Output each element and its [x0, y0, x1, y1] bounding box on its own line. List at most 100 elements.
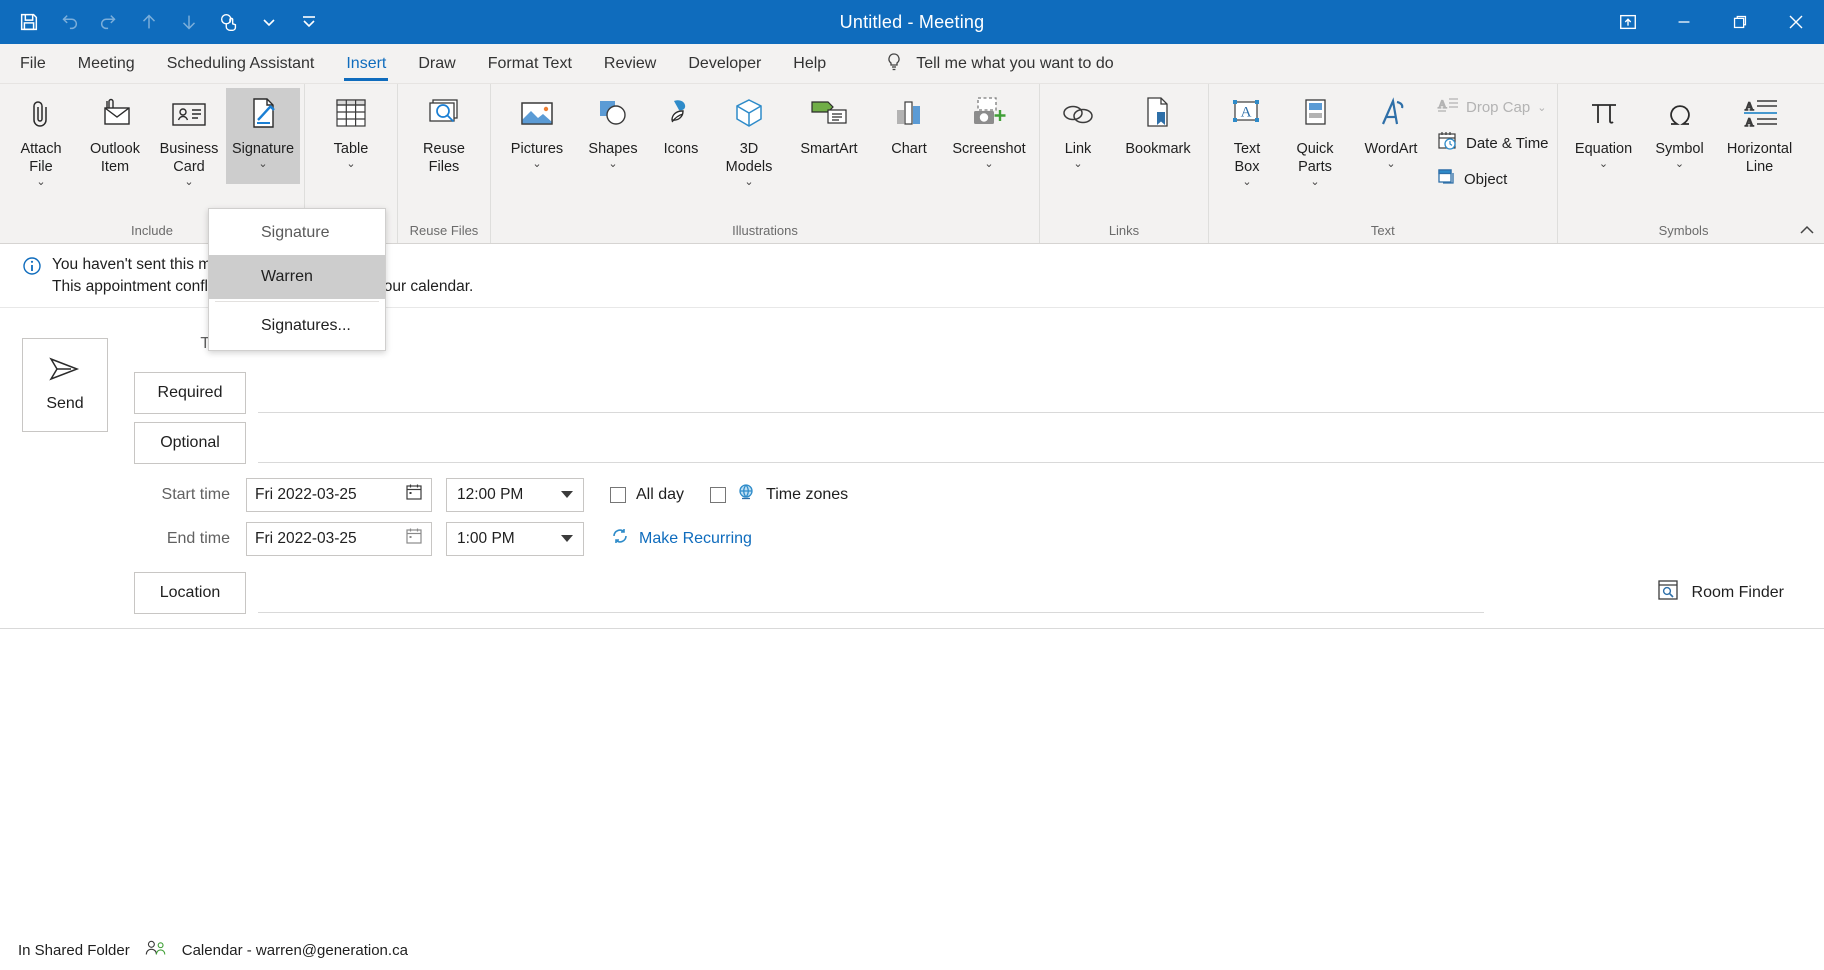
start-time-row: Start time Fri 2022-03-25 12:00 PM All d…: [134, 477, 1824, 512]
tab-meeting[interactable]: Meeting: [62, 45, 151, 83]
restore-button[interactable]: [1712, 0, 1768, 44]
3d-models-label: 3D Models: [725, 141, 773, 176]
tab-help[interactable]: Help: [777, 45, 842, 83]
end-time-value: 1:00 PM: [457, 529, 515, 547]
3d-models-button[interactable]: 3D Models ⌄: [715, 88, 783, 190]
tab-file[interactable]: File: [4, 45, 62, 83]
room-finder-button[interactable]: Room Finder: [1656, 578, 1784, 607]
smartart-button[interactable]: SmartArt: [783, 88, 875, 184]
reuse-files-label: Reuse Files: [423, 141, 465, 176]
make-recurring-button[interactable]: Make Recurring: [610, 526, 752, 551]
text-box-icon: A: [1228, 94, 1266, 134]
tab-format-text[interactable]: Format Text: [472, 45, 588, 83]
object-button[interactable]: Object: [1433, 166, 1553, 192]
end-time-row: End time Fri 2022-03-25 1:00 PM Make Rec…: [134, 521, 1824, 556]
signature-menu-item-signatures[interactable]: Signatures...: [209, 304, 385, 348]
tab-insert[interactable]: Insert: [330, 45, 402, 83]
location-button[interactable]: Location: [134, 571, 246, 614]
wordart-label: WordArt: [1364, 141, 1418, 157]
wordart-button[interactable]: WordArt ⌄: [1349, 88, 1433, 184]
tab-draw[interactable]: Draw: [402, 45, 471, 83]
touch-mode-icon[interactable]: [210, 5, 248, 39]
chevron-down-icon[interactable]: [250, 5, 288, 39]
next-item-icon[interactable]: [170, 5, 208, 39]
table-button[interactable]: Table ⌄: [309, 88, 393, 184]
menu-separator: [215, 301, 379, 302]
save-icon[interactable]: [10, 5, 48, 39]
attach-file-button[interactable]: Attach File ⌄: [4, 88, 78, 190]
close-button[interactable]: [1768, 0, 1824, 44]
end-time-input[interactable]: 1:00 PM: [446, 521, 584, 556]
required-input[interactable]: [258, 373, 1824, 413]
chevron-down-icon[interactable]: [561, 535, 573, 543]
date-time-button[interactable]: Date & Time: [1433, 130, 1553, 156]
optional-row: Optional: [134, 421, 1824, 464]
signature-button[interactable]: Signature ⌄: [226, 88, 300, 184]
group-label-symbols: Symbols: [1658, 223, 1709, 238]
tell-me-search[interactable]: Tell me what you want to do: [884, 45, 1114, 83]
drop-cap-button[interactable]: A Drop Cap ⌄: [1433, 94, 1553, 120]
message-body[interactable]: [0, 627, 1824, 858]
date-time-label: Date & Time: [1466, 134, 1549, 152]
text-group-small-buttons: A Drop Cap ⌄ Date & Time Object: [1433, 88, 1553, 192]
group-label-illustrations: Illustrations: [732, 223, 798, 238]
status-folder-text: In Shared Folder: [18, 941, 130, 959]
equation-button[interactable]: Equation ⌄: [1562, 88, 1646, 184]
collapse-ribbon-button[interactable]: [1798, 223, 1816, 239]
text-box-button[interactable]: A Text Box ⌄: [1213, 88, 1281, 190]
location-input[interactable]: [258, 573, 1484, 613]
chevron-down-icon: ⌄: [1674, 158, 1685, 171]
start-time-value: 12:00 PM: [457, 485, 524, 503]
chevron-down-icon[interactable]: ⌄: [258, 159, 267, 170]
bookmark-icon: [1141, 94, 1175, 134]
optional-button[interactable]: Optional: [134, 421, 246, 464]
all-day-option[interactable]: All day: [610, 486, 684, 504]
chevron-down-icon: ⌄: [36, 176, 46, 189]
previous-item-icon[interactable]: [130, 5, 168, 39]
start-time-input[interactable]: 12:00 PM: [446, 477, 584, 512]
chart-button[interactable]: Chart: [875, 88, 943, 184]
tab-review[interactable]: Review: [588, 45, 672, 83]
title-input[interactable]: [258, 324, 1824, 364]
send-button[interactable]: Send: [22, 337, 108, 432]
quick-parts-button[interactable]: Quick Parts ⌄: [1281, 88, 1349, 190]
shapes-button[interactable]: Shapes ⌄: [579, 88, 647, 184]
symbol-button[interactable]: Symbol ⌄: [1646, 88, 1714, 184]
minimize-button[interactable]: [1656, 0, 1712, 44]
lightbulb-icon: [884, 51, 904, 78]
equation-pi-icon: [1586, 94, 1622, 134]
horizontal-line-button[interactable]: A A Horizontal Line: [1714, 88, 1806, 184]
chevron-down-icon[interactable]: [561, 491, 573, 499]
reuse-files-button[interactable]: Reuse Files: [402, 88, 486, 184]
outlook-item-button[interactable]: Outlook Item: [78, 88, 152, 184]
bookmark-button[interactable]: Bookmark: [1112, 88, 1204, 184]
time-zones-checkbox[interactable]: [710, 486, 727, 503]
tab-developer[interactable]: Developer: [672, 45, 777, 83]
business-card-label: Business Card: [159, 141, 219, 176]
signature-menu-item-warren[interactable]: Warren: [209, 255, 385, 299]
tab-scheduling-assistant[interactable]: Scheduling Assistant: [151, 45, 331, 83]
ribbon-display-options-button[interactable]: [1600, 0, 1656, 44]
end-time-label: End time: [166, 529, 230, 547]
required-button[interactable]: Required: [134, 371, 246, 414]
time-zones-option[interactable]: Time zones: [710, 482, 848, 507]
calendar-icon[interactable]: [405, 527, 423, 550]
calendar-icon[interactable]: [405, 483, 423, 506]
screenshot-button[interactable]: Screenshot ⌄: [943, 88, 1035, 184]
redo-icon[interactable]: [90, 5, 128, 39]
customize-quick-access-icon[interactable]: [290, 5, 328, 39]
undo-icon[interactable]: [50, 5, 88, 39]
start-date-input[interactable]: Fri 2022-03-25: [246, 477, 432, 512]
horizontal-line-icon: A A: [1741, 94, 1779, 134]
3d-models-icon: [731, 94, 767, 134]
icons-button[interactable]: Icons: [647, 88, 715, 184]
all-day-checkbox[interactable]: [610, 486, 626, 503]
business-card-button[interactable]: Business Card ⌄: [152, 88, 226, 190]
optional-input[interactable]: [258, 423, 1824, 463]
end-date-input[interactable]: Fri 2022-03-25: [246, 521, 432, 556]
icons-label: Icons: [663, 141, 699, 157]
symbol-omega-icon: [1663, 94, 1697, 134]
signature-menu-item-signature[interactable]: Signature: [209, 211, 385, 255]
link-button[interactable]: Link ⌄: [1044, 88, 1112, 184]
pictures-button[interactable]: Pictures ⌄: [495, 88, 579, 184]
